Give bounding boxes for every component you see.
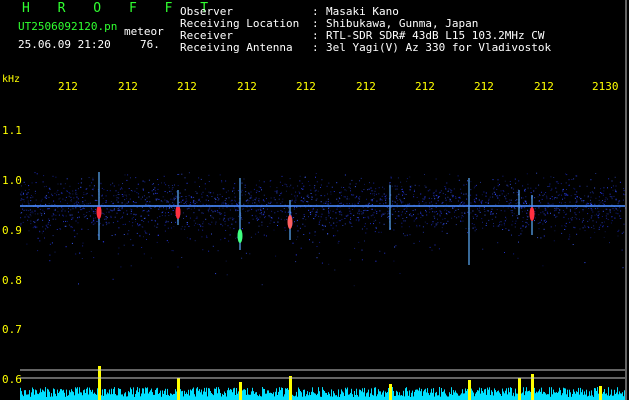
freq-tick-label: 0.9 <box>2 224 22 237</box>
noise-band <box>20 172 626 287</box>
info-antenna: Receiving Antenna : 3el Yagi(V) Az 330 f… <box>180 41 620 54</box>
frequency-unit-label: kHz <box>2 74 21 85</box>
info-separator: : <box>312 41 319 54</box>
time-tick-label: 212 <box>296 80 316 93</box>
time-tick-label: 212 <box>58 80 78 93</box>
time-tick-label: 2130 <box>592 80 619 93</box>
info-value: 3el Yagi(V) Az 330 for Vladivostok <box>326 41 552 54</box>
file-name: UT2506092120.pn <box>18 20 118 33</box>
time-tick-label: 212 <box>534 80 554 93</box>
time-tick-label: 212 <box>177 80 197 93</box>
info-label: Receiving Antenna <box>180 41 293 54</box>
freq-tick-label: 0.6 <box>2 373 22 386</box>
freq-tick-label: 0.7 <box>2 323 22 336</box>
freq-tick-label: 1.0 <box>2 174 22 187</box>
freq-tick-label: 0.8 <box>2 274 22 287</box>
time-tick-label: 212 <box>474 80 494 93</box>
time-tick-label: 212 <box>237 80 257 93</box>
freq-tick-label: 1.1 <box>2 124 22 137</box>
time-tick-label: 212 <box>415 80 435 93</box>
meteor-echoes <box>96 172 535 265</box>
meteor-label: meteor <box>124 25 164 38</box>
observation-datetime: 25.06.09 21:20 <box>18 38 111 51</box>
signal-level-strip <box>20 366 625 400</box>
spectrogram-plot <box>20 0 627 400</box>
time-tick-label: 212 <box>356 80 376 93</box>
meteor-count: 76. <box>140 38 160 51</box>
time-tick-label: 212 <box>118 80 138 93</box>
